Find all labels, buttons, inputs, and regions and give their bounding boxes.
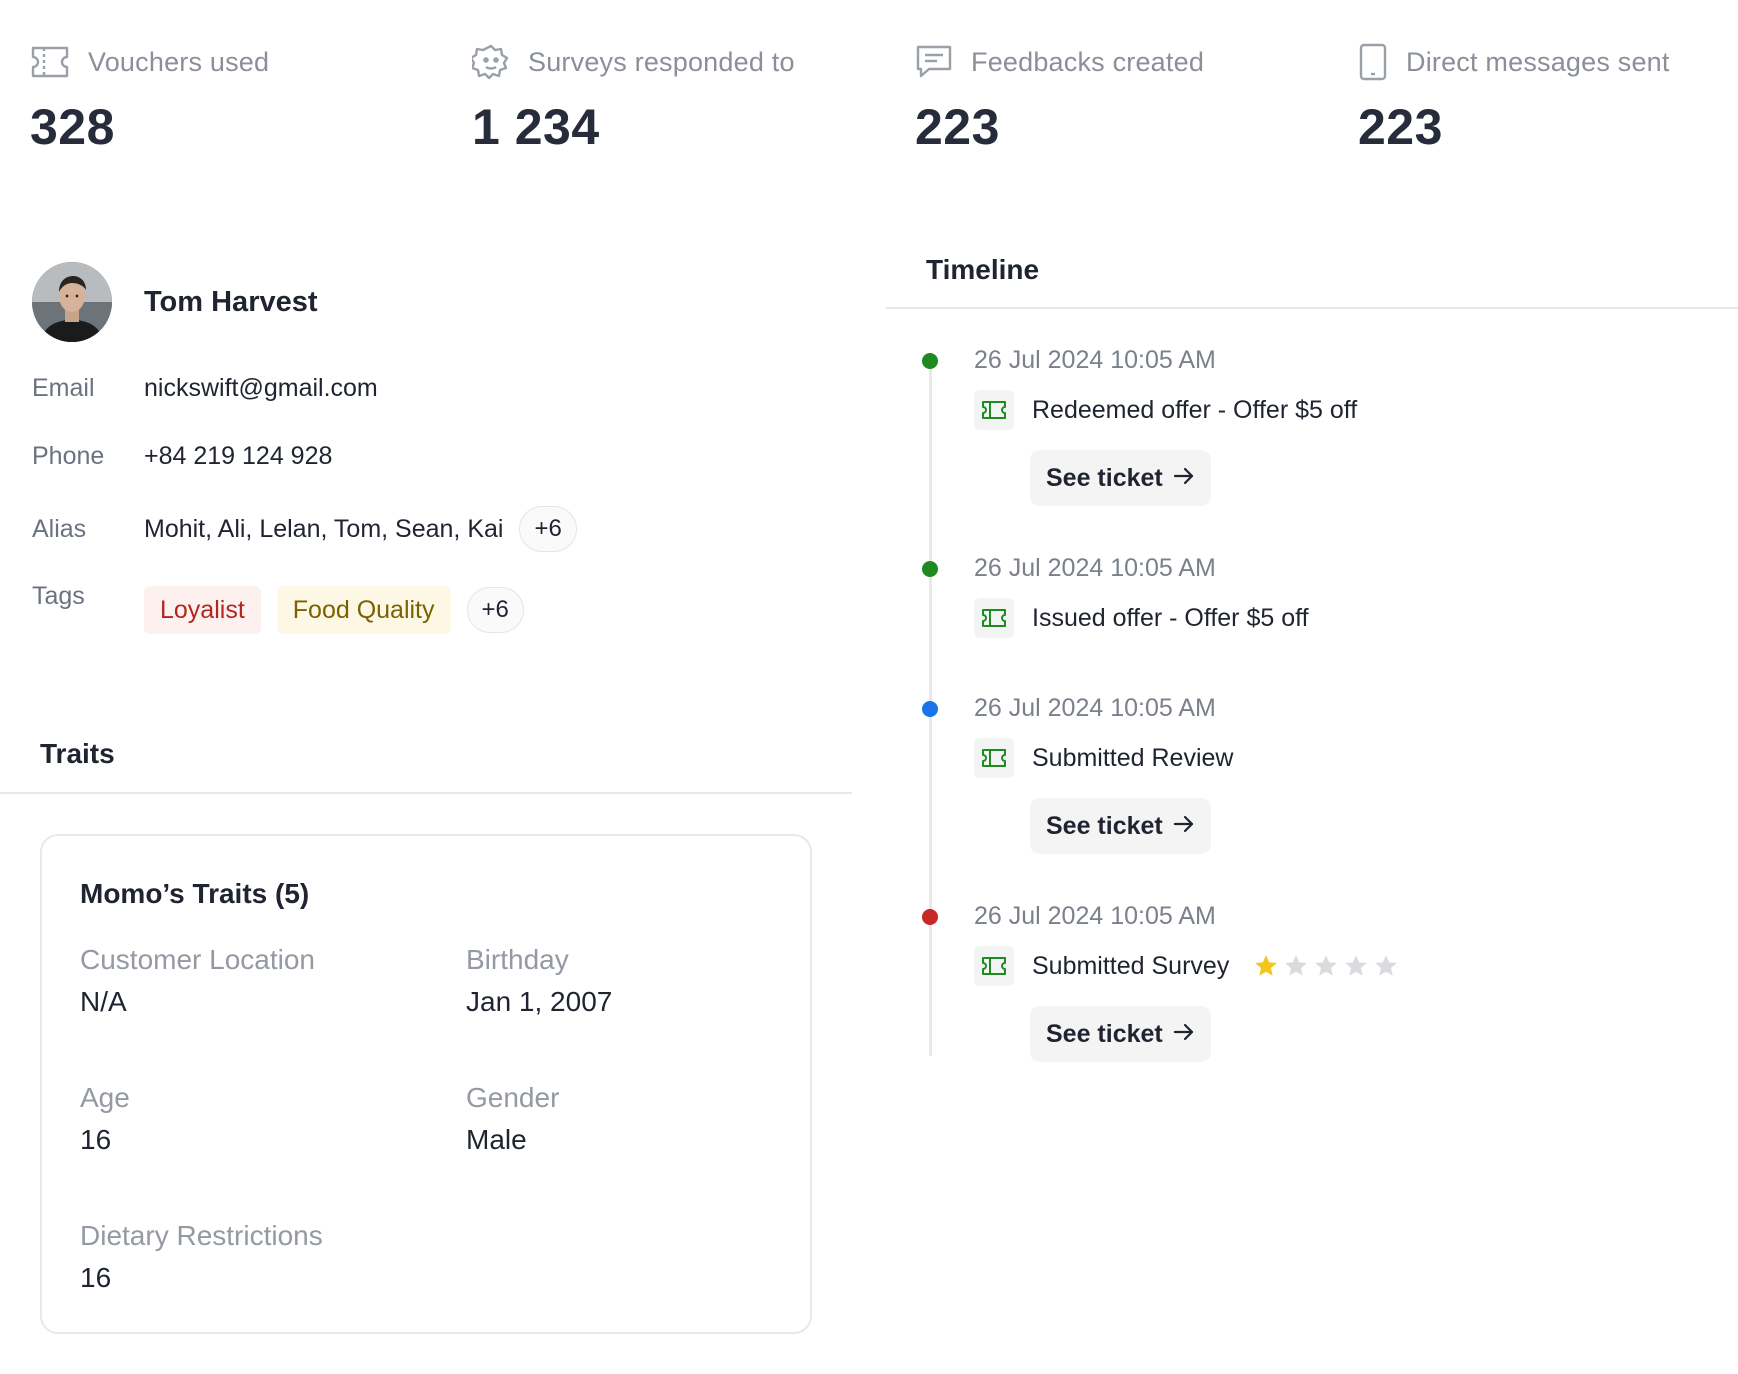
traits-divider [0, 792, 852, 794]
stat-value: 223 [1358, 99, 1443, 155]
arrow-right-icon [1173, 464, 1195, 493]
star-empty-icon [1315, 955, 1338, 976]
alias-more-button[interactable]: +6 [519, 506, 577, 552]
feedback-icon [915, 44, 953, 80]
timeline-dot [922, 353, 938, 369]
stat-value: 223 [915, 99, 1000, 155]
voucher-icon [974, 738, 1014, 778]
email-row: Email nickswift@gmail.com [32, 374, 378, 403]
voucher-icon [974, 598, 1014, 638]
trait-value: Jan 1, 2007 [466, 986, 613, 1017]
traits-card: Momo’s Traits (5) Customer Location N/A … [40, 834, 812, 1334]
phone-label: Phone [32, 442, 105, 470]
stat-label: Feedbacks created [971, 46, 1205, 77]
event-label: Issued offer - Offer $5 off [1032, 603, 1309, 632]
traits-card-title: Momo’s Traits (5) [80, 878, 310, 909]
trait-dietary-restrictions: Dietary Restrictions 16 [80, 1220, 440, 1294]
star-filled-icon [1255, 955, 1278, 976]
event-time: 26 Jul 2024 10:05 AM [974, 346, 1216, 374]
stat-label: Direct messages sent [1406, 46, 1670, 77]
phone-value[interactable]: +84 219 124 928 [144, 442, 332, 471]
tag-loyalist[interactable]: Loyalist [144, 586, 261, 634]
timeline-title: Timeline [926, 254, 1040, 285]
voucher-icon [30, 45, 70, 79]
event-time: 26 Jul 2024 10:05 AM [974, 554, 1216, 582]
event-label: Submitted Survey [1032, 951, 1230, 980]
see-ticket-label: See ticket [1046, 811, 1163, 840]
tag-food-quality[interactable]: Food Quality [276, 586, 451, 634]
trait-gender: Gender Male [466, 1082, 826, 1156]
timeline-dot [922, 561, 938, 577]
event-label: Redeemed offer - Offer $5 off [1032, 395, 1358, 424]
tags-label: Tags [32, 582, 85, 610]
trait-value: 16 [80, 1262, 112, 1293]
see-ticket-button[interactable]: See ticket [1030, 1006, 1211, 1062]
stat-surveys-responded: Surveys responded to 1 234 [472, 40, 892, 156]
event-label: Submitted Review [1032, 743, 1234, 772]
trait-label: Dietary Restrictions [80, 1220, 323, 1251]
alias-value: Mohit, Ali, Lelan, Tom, Sean, Kai [144, 514, 504, 543]
trait-age: Age 16 [80, 1082, 440, 1156]
event-time: 26 Jul 2024 10:05 AM [974, 694, 1216, 722]
stat-value: 1 234 [472, 99, 600, 155]
voucher-icon [974, 946, 1014, 986]
timeline-dot [922, 909, 938, 925]
tags-more-button[interactable]: +6 [466, 587, 524, 633]
trait-customer-location: Customer Location N/A [80, 944, 440, 1018]
stat-label: Surveys responded to [528, 46, 795, 77]
tags-row: Tags Loyalist Food Quality +6 [32, 582, 524, 634]
phone-icon [1358, 43, 1388, 81]
event-time: 26 Jul 2024 10:05 AM [974, 902, 1216, 930]
see-ticket-button[interactable]: See ticket [1030, 450, 1211, 506]
arrow-right-icon [1173, 812, 1195, 841]
trait-label: Age [80, 1082, 130, 1113]
phone-row: Phone +84 219 124 928 [32, 442, 332, 471]
stat-feedbacks-created: Feedbacks created 223 [915, 40, 1335, 156]
timeline-divider [886, 307, 1738, 309]
email-value[interactable]: nickswift@gmail.com [144, 374, 378, 403]
voucher-icon [974, 390, 1014, 430]
survey-icon [472, 43, 510, 81]
alias-label: Alias [32, 514, 87, 543]
trait-value: Male [466, 1124, 527, 1155]
customer-profile-page: Vouchers used 328 Surveys responded to 1… [0, 0, 1738, 1374]
trait-birthday: Birthday Jan 1, 2007 [466, 944, 826, 1018]
stat-vouchers-used: Vouchers used 328 [30, 40, 450, 156]
trait-value: 16 [80, 1124, 112, 1155]
see-ticket-label: See ticket [1046, 1019, 1163, 1048]
star-empty-icon [1345, 955, 1368, 976]
traits-section-title: Traits [40, 738, 115, 769]
see-ticket-button[interactable]: See ticket [1030, 798, 1211, 854]
email-label: Email [32, 374, 95, 402]
stat-value: 328 [30, 99, 115, 155]
timeline-dot [922, 701, 938, 717]
trait-label: Customer Location [80, 944, 316, 975]
arrow-right-icon [1173, 1020, 1195, 1049]
trait-value: N/A [80, 986, 127, 1017]
alias-row: Alias Mohit, Ali, Lelan, Tom, Sean, Kai … [32, 506, 577, 552]
star-rating [1253, 953, 1399, 979]
customer-name: Tom Harvest [144, 286, 318, 318]
see-ticket-label: See ticket [1046, 463, 1163, 492]
trait-label: Gender [466, 1082, 560, 1113]
trait-label: Birthday [466, 944, 569, 975]
stat-label: Vouchers used [88, 46, 270, 77]
star-empty-icon [1285, 955, 1308, 976]
stat-direct-messages-sent: Direct messages sent 223 [1358, 40, 1738, 156]
avatar[interactable] [32, 262, 112, 342]
star-empty-icon [1375, 955, 1398, 976]
